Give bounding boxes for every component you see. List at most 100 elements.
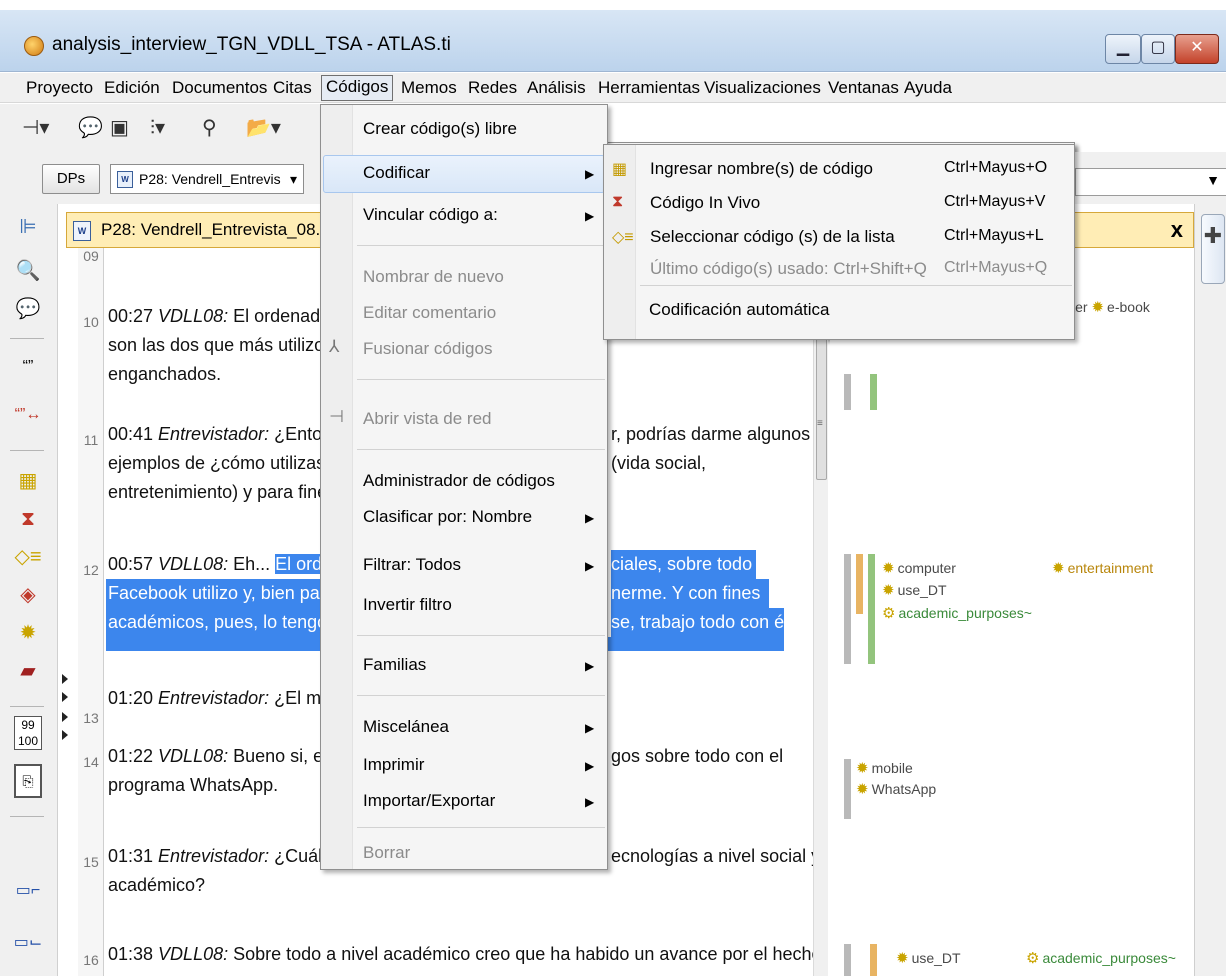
menu-item-borrar[interactable]: Borrar [363, 843, 410, 863]
menu-item-label: Vincular código a: [363, 205, 498, 224]
menu-item-miscelanea[interactable]: Miscelánea [363, 717, 449, 737]
text-line[interactable]: 01:38 VDLL08: Sobre todo a nivel académi… [108, 940, 822, 969]
code-tag[interactable]: ✹ entertainment [1052, 559, 1153, 577]
menu-edicion[interactable]: Edición [100, 77, 164, 101]
selected-text[interactable]: Facebook utilizo y, bien par [106, 579, 326, 608]
menu-item-filtrar[interactable]: Filtrar: Todos [363, 555, 461, 575]
code-icon: ✹ [1052, 560, 1065, 577]
submenu-item-codificacion-automatica[interactable]: Codificación automática [649, 300, 829, 320]
menu-redes[interactable]: Redes [464, 77, 521, 101]
text-line[interactable]: 01:20 Entrevistador: ¿El mó [108, 684, 331, 713]
menu-item-abrir-red[interactable]: Abrir vista de red [363, 409, 492, 429]
find-icon[interactable]: ⚲ [202, 114, 217, 142]
fold-marker[interactable] [62, 692, 68, 702]
submenu-arrow-icon: ▶ [585, 659, 595, 673]
submenu-item-seleccionar[interactable]: Seleccionar código (s) de la lista [650, 227, 895, 247]
dps-button[interactable]: DPs [42, 164, 100, 194]
code-tag[interactable]: ✹ WhatsApp [856, 780, 936, 798]
quotation-icon[interactable]: 💬 [78, 114, 103, 142]
menu-item-editar-comentario[interactable]: Editar comentario [363, 303, 496, 323]
menu-herramientas[interactable]: Herramientas [594, 77, 704, 101]
text-line[interactable]: ecnologías a nivel social y [611, 842, 820, 871]
add-pane-icon[interactable]: ✚ [1201, 214, 1225, 284]
align-icon[interactable]: ⫶▾ [150, 114, 165, 142]
code-tag[interactable]: ✹ use_DT [896, 949, 961, 967]
submenu-arrow-icon: ▶ [585, 209, 595, 223]
code-filter-select[interactable]: ▼ [1075, 168, 1226, 196]
save-icon[interactable]: ▣ [110, 114, 129, 142]
quote-icon[interactable]: “” [10, 352, 46, 382]
menu-proyecto[interactable]: Proyecto [22, 77, 97, 101]
selected-text[interactable]: académicos, pues, lo tengo [106, 608, 327, 637]
open-folder-icon[interactable]: 📂▾ [246, 114, 281, 142]
code-list-icon[interactable]: ◇≡ [10, 542, 46, 572]
menu-analisis[interactable]: Análisis [523, 77, 590, 101]
text-line[interactable]: son las dos que más utilizo. [108, 331, 329, 360]
menu-ventanas[interactable]: Ventanas [824, 77, 903, 101]
close-window-button[interactable]: ✕ [1175, 34, 1219, 64]
text-line[interactable]: (vida social, [611, 449, 706, 478]
menu-codigos[interactable]: Códigos [321, 75, 394, 101]
menu-item-fusionar[interactable]: Fusionar códigos [363, 339, 492, 359]
code-tag[interactable]: ⚙ academic_purposes~ [1026, 949, 1176, 967]
fold-marker[interactable] [62, 712, 68, 722]
menu-item-familias[interactable]: Familias [363, 655, 426, 675]
code-tag[interactable]: ✹ mobile [856, 759, 913, 777]
menu-item-nombrar[interactable]: Nombrar de nuevo [363, 267, 504, 287]
menu-visualizaciones[interactable]: Visualizaciones [700, 77, 825, 101]
menu-documentos[interactable]: Documentos [168, 77, 271, 101]
word-count-icon[interactable]: 99 100 [14, 716, 42, 750]
text-line[interactable]: entretenimiento) y para fines [108, 478, 336, 507]
margin-toggle-icon[interactable]: ⎘ [14, 764, 42, 798]
text-line[interactable]: programa WhatsApp. [108, 771, 278, 800]
menu-item-invertir-filtro[interactable]: Invertir filtro [363, 595, 452, 615]
network-icon[interactable]: ▭⌐ [10, 876, 46, 906]
selected-text[interactable]: nerme. Y con fines [611, 579, 769, 608]
submenu-item-in-vivo[interactable]: Código In Vivo [650, 193, 760, 213]
menu-memos[interactable]: Memos [397, 77, 461, 101]
new-document-icon[interactable]: ⊣▾ [22, 114, 49, 142]
code-icon: ✹ [882, 582, 895, 599]
link-quote-icon[interactable]: “”↔ [10, 400, 46, 430]
code-grid-icon[interactable]: ▦ [10, 466, 46, 496]
text-line[interactable]: ejemplos de ¿cómo utilizas [108, 449, 325, 478]
code-tag[interactable]: ⚙ academic_purposes~ [882, 604, 1032, 622]
menu-item-administrador[interactable]: Administrador de códigos [363, 471, 555, 491]
comment-icon[interactable]: 💬 [10, 294, 46, 324]
code-tag[interactable]: ✹ use_DT [882, 581, 947, 599]
memo-icon[interactable]: ▰ [10, 656, 46, 686]
fold-marker[interactable] [62, 730, 68, 740]
text-line[interactable]: 01:31 Entrevistador: ¿Cuále [108, 842, 332, 871]
maximize-button[interactable]: ▢ [1141, 34, 1175, 64]
selected-text[interactable]: ciales, sobre todo [611, 550, 757, 579]
code-icon[interactable]: ✹ [10, 618, 46, 648]
code-bar [844, 374, 851, 410]
text-line[interactable]: gos sobre todo con el [611, 742, 783, 771]
auto-code-icon[interactable]: ◈ [10, 580, 46, 610]
network-view-icon[interactable]: ▭⌙ [10, 928, 46, 958]
menu-item-importar-exportar[interactable]: Importar/Exportar [363, 791, 495, 811]
text-line[interactable]: r, podrías darme algunos [611, 420, 810, 449]
menu-ayuda[interactable]: Ayuda [900, 77, 956, 101]
close-icon[interactable]: x [1171, 217, 1183, 243]
submenu-item-ultimo-codigo[interactable]: Último código(s) usado: Ctrl+Shift+Q [650, 259, 927, 279]
list-icon[interactable]: ⊫ [10, 212, 46, 242]
menu-item-clasificar[interactable]: Clasificar por: Nombre [363, 507, 532, 527]
submenu-separator [640, 285, 1072, 286]
menu-item-imprimir[interactable]: Imprimir [363, 755, 424, 775]
document-select[interactable]: W P28: Vendrell_Entrevis ▾ [110, 164, 304, 194]
text-line[interactable]: enganchados. [108, 360, 221, 389]
text-line[interactable]: 00:41 Entrevistador: ¿Enton [108, 420, 332, 449]
in-vivo-icon[interactable]: ⧗ [10, 504, 46, 534]
submenu-item-ingresar[interactable]: Ingresar nombre(s) de código [650, 159, 873, 179]
search-icon[interactable]: 🔍 [10, 256, 46, 286]
text-line[interactable]: académico? [108, 871, 205, 900]
menu-citas[interactable]: Citas [269, 77, 316, 101]
text-line[interactable]: 00:57 VDLL08: Eh... El orde [108, 550, 333, 579]
text-line[interactable]: 00:27 VDLL08: El ordenador [108, 302, 336, 331]
text-line[interactable]: 01:22 VDLL08: Bueno si, el [108, 742, 327, 771]
minimize-button[interactable]: ▁ [1105, 34, 1141, 64]
selected-text[interactable]: se, trabajo todo con él. [611, 608, 793, 637]
code-tag[interactable]: ✹ computer [882, 559, 956, 577]
fold-marker[interactable] [62, 674, 68, 684]
